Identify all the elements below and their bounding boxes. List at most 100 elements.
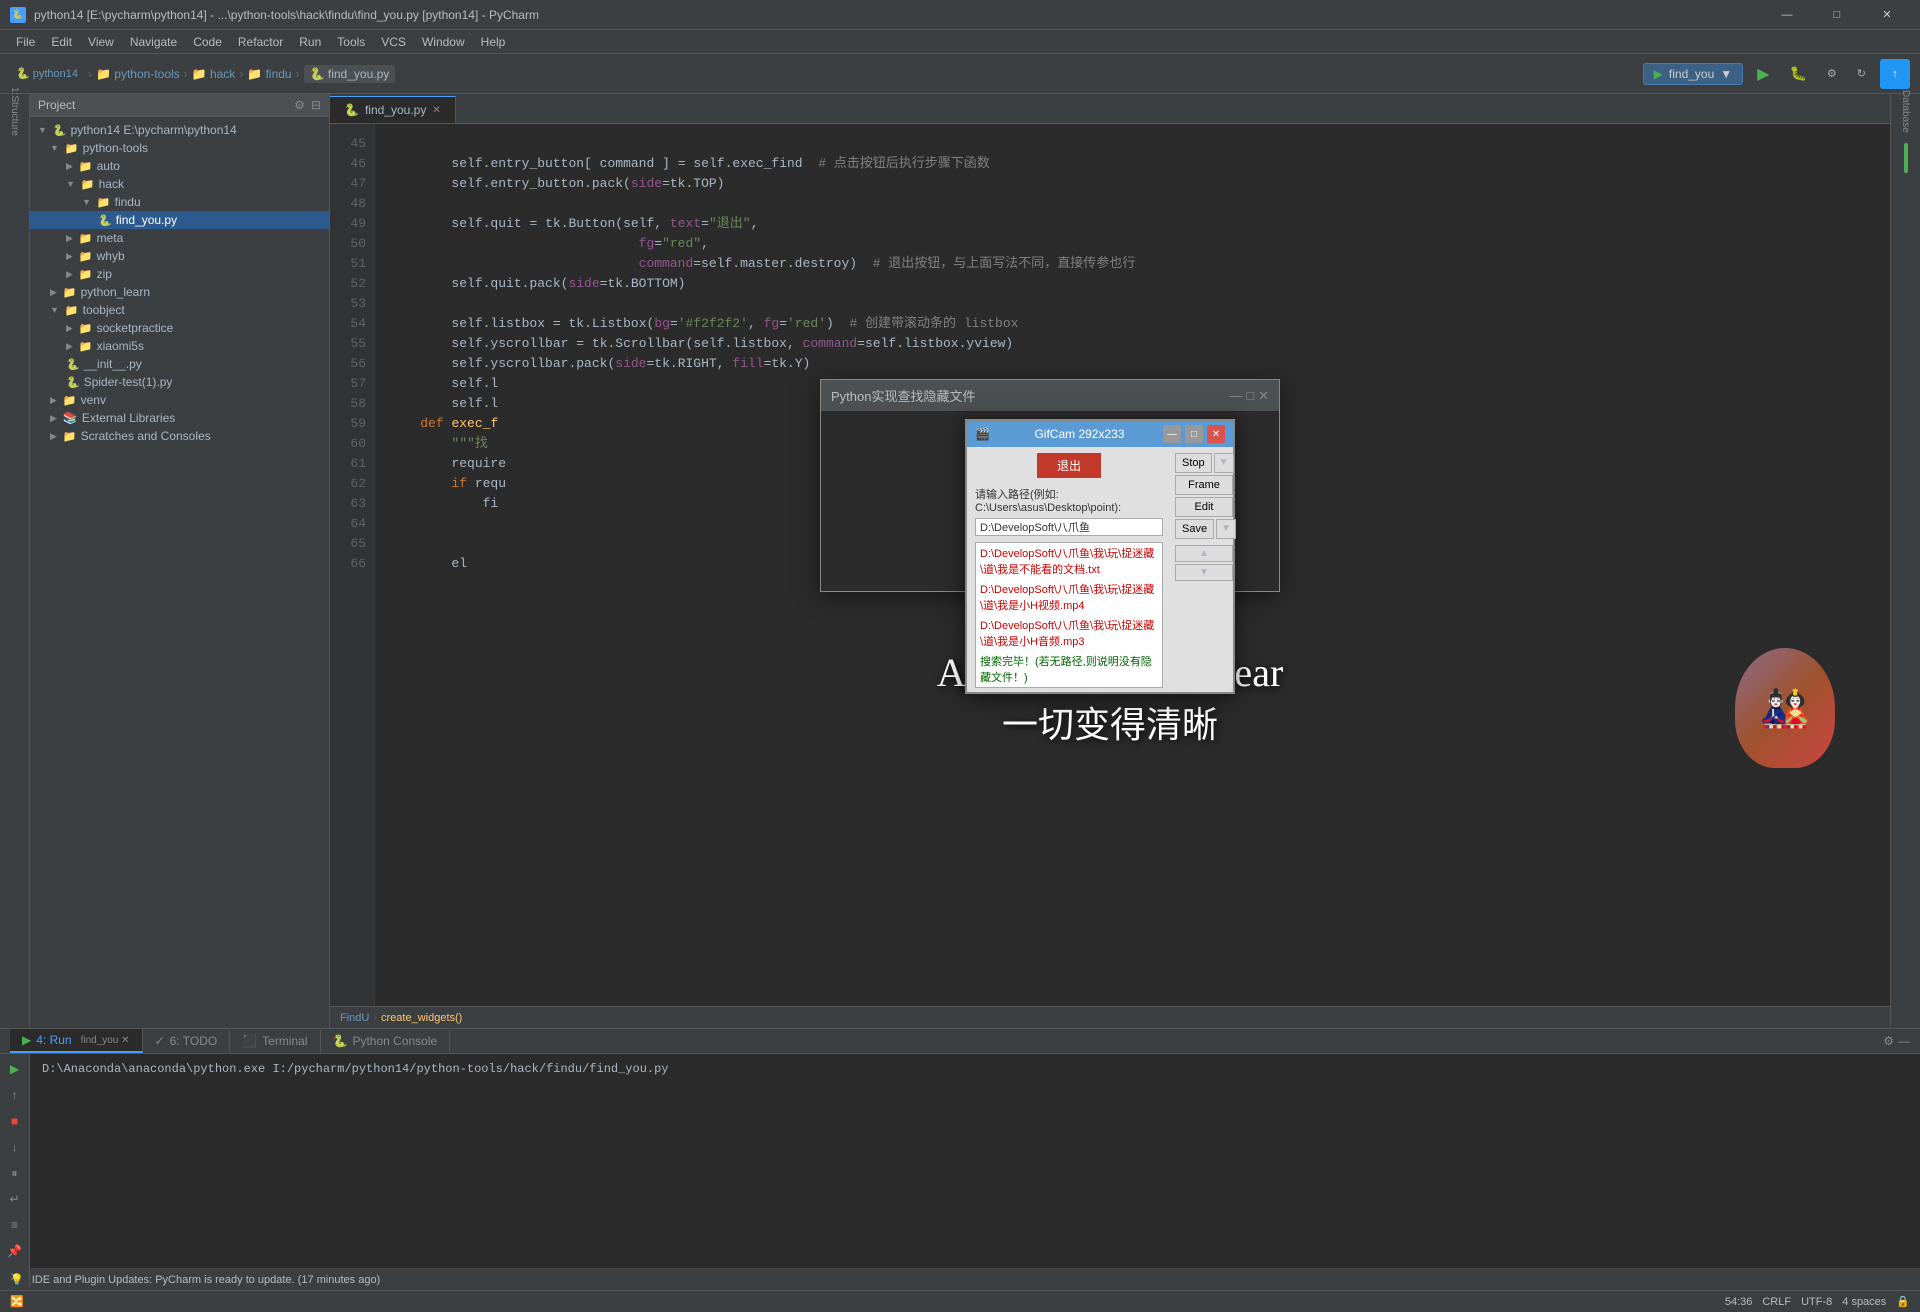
- run-wrap-icon[interactable]: ↵: [5, 1189, 25, 1209]
- toolbar-find-you[interactable]: 🐍 find_you.py: [304, 65, 396, 83]
- run-restart-icon[interactable]: ▶: [5, 1059, 25, 1079]
- gifcam-path-label: 请输入路径(例如: C:\Users\asus\Desktop\point):: [967, 484, 1171, 516]
- tree-zip[interactable]: ▶ 📁 zip: [30, 265, 329, 283]
- project-layout-icon[interactable]: ⊟: [311, 98, 321, 112]
- menu-view[interactable]: View: [80, 33, 122, 51]
- sidebar-structure-icon[interactable]: 1:Structure: [3, 99, 27, 123]
- tree-scratches[interactable]: ▶ 📁 Scratches and Consoles: [30, 427, 329, 445]
- status-indent[interactable]: 4 spaces: [1842, 1296, 1886, 1308]
- status-crlf[interactable]: CRLF: [1762, 1296, 1791, 1308]
- minimize-button[interactable]: —: [1764, 0, 1810, 30]
- right-sidebar: Database: [1890, 94, 1920, 1028]
- tree-toobject[interactable]: ▼ 📁 toobject: [30, 301, 329, 319]
- bottom-settings-icon[interactable]: ⚙: [1883, 1034, 1894, 1048]
- python-console-tab[interactable]: 🐍 Python Console: [321, 1030, 451, 1052]
- toolbar-hack[interactable]: 📁 hack: [192, 67, 236, 81]
- gifcam-scroll-down[interactable]: ▼: [1175, 564, 1233, 581]
- status-lock-icon: 🔒: [1896, 1295, 1910, 1308]
- gifcam-max[interactable]: □: [1185, 425, 1203, 443]
- tree-venv[interactable]: ▶ 📁 venv: [30, 391, 329, 409]
- toolbar-python14[interactable]: 🐍 python14: [10, 64, 84, 83]
- tree-python14[interactable]: ▼ 🐍 python14 E:\pycharm\python14: [30, 121, 329, 139]
- tree-find-you-py[interactable]: 🐍 find_you.py: [30, 211, 329, 229]
- folder-icon: 📁: [63, 394, 77, 407]
- menu-navigate[interactable]: Navigate: [122, 33, 185, 51]
- tree-spider-test[interactable]: 🐍 Spider-test(1).py: [30, 373, 329, 391]
- run-tab[interactable]: ▶ 4: Run find_you ✕: [10, 1029, 143, 1053]
- tree-hack[interactable]: ▼ 📁 hack: [30, 175, 329, 193]
- tree-meta[interactable]: ▶ 📁 meta: [30, 229, 329, 247]
- menu-vcs[interactable]: VCS: [373, 33, 414, 51]
- menu-file[interactable]: File: [8, 33, 43, 51]
- run-stop-icon[interactable]: ■: [5, 1111, 25, 1131]
- run-tree-icon[interactable]: ≡: [5, 1215, 25, 1235]
- tree-expand-icon: ▶: [50, 413, 57, 424]
- gifcam-stop-dropdown[interactable]: ▼: [1214, 453, 1234, 473]
- tree-python-tools[interactable]: ▼ 📁 python-tools: [30, 139, 329, 157]
- todo-tab[interactable]: ✓ 6: TODO: [143, 1030, 231, 1052]
- python-dialog-min[interactable]: —: [1229, 388, 1242, 404]
- gifcam-edit-btn[interactable]: Edit: [1175, 497, 1233, 517]
- tree-python-learn[interactable]: ▶ 📁 python_learn: [30, 283, 329, 301]
- folder-icon: 📁: [65, 142, 79, 155]
- tree-whyb[interactable]: ▶ 📁 whyb: [30, 247, 329, 265]
- toolbar-python-tools[interactable]: 📁 python-tools: [96, 67, 180, 81]
- run-pause-icon[interactable]: ⏸: [5, 1163, 25, 1183]
- settings-button[interactable]: ⚙: [1821, 64, 1843, 83]
- gifcam-frame-btn[interactable]: Frame: [1175, 475, 1233, 495]
- tree-item-label: zip: [97, 267, 112, 281]
- gifcam-exit-btn[interactable]: 退出: [1037, 453, 1101, 478]
- gifcam-body: 退出 请输入路径(例如: C:\Users\asus\Desktop\point…: [967, 453, 1233, 688]
- menu-window[interactable]: Window: [414, 33, 473, 51]
- py-file-icon: 🐍: [66, 358, 80, 371]
- python-dialog-close[interactable]: ✕: [1258, 388, 1269, 404]
- editor-breadcrumb: FindU › create_widgets(): [330, 1006, 1890, 1028]
- tab-close-icon[interactable]: ✕: [432, 105, 440, 116]
- maximize-button[interactable]: □: [1814, 0, 1860, 30]
- gifcam-dialog[interactable]: 🎬 GifCam 292x233 — □ ✕ 退出 请输入路径(例如: C:\U…: [965, 419, 1235, 694]
- editor-tab-find-you[interactable]: 🐍 find_you.py ✕: [330, 96, 456, 123]
- bottom-minimize-icon[interactable]: —: [1898, 1034, 1910, 1048]
- gifcam-close[interactable]: ✕: [1207, 425, 1225, 443]
- tree-findu[interactable]: ▼ 📁 findu: [30, 193, 329, 211]
- menu-edit[interactable]: Edit: [43, 33, 80, 51]
- gifcam-scroll-up[interactable]: ▲: [1175, 545, 1233, 562]
- tree-item-label: meta: [97, 231, 124, 245]
- database-icon[interactable]: Database: [1894, 99, 1918, 123]
- gifcam-save-btn[interactable]: Save: [1175, 519, 1214, 539]
- run-scroll-down-icon[interactable]: ↓: [5, 1137, 25, 1157]
- python-dialog-controls: — □ ✕: [1229, 388, 1269, 404]
- gifcam-stop-btn[interactable]: Stop: [1175, 453, 1212, 473]
- gifcam-path-input[interactable]: [975, 518, 1163, 536]
- run-pin-icon[interactable]: 📌: [5, 1241, 25, 1261]
- toolbar-findu[interactable]: 📁 findu: [247, 67, 291, 81]
- close-button[interactable]: ✕: [1864, 0, 1910, 30]
- tree-expand-icon: ▶: [50, 287, 57, 298]
- project-settings-icon[interactable]: ⚙: [294, 98, 305, 112]
- run-button[interactable]: ▶: [1751, 61, 1775, 87]
- menu-run[interactable]: Run: [291, 33, 329, 51]
- debug-button[interactable]: 🐛: [1783, 62, 1812, 85]
- menu-help[interactable]: Help: [473, 33, 514, 51]
- tree-auto[interactable]: ▶ 📁 auto: [30, 157, 329, 175]
- menu-code[interactable]: Code: [185, 33, 230, 51]
- status-encoding[interactable]: UTF-8: [1801, 1296, 1832, 1308]
- run-tab-name[interactable]: find_you ✕: [81, 1035, 130, 1046]
- terminal-tab[interactable]: ⬛ Terminal: [230, 1030, 320, 1052]
- tree-external-libraries[interactable]: ▶ 📚 External Libraries: [30, 409, 329, 427]
- refresh-button[interactable]: ↻: [1851, 64, 1872, 83]
- tree-socketpractice[interactable]: ▶ 📁 socketpractice: [30, 319, 329, 337]
- gifcam-save-dropdown[interactable]: ▼: [1216, 519, 1236, 539]
- python-dialog-max[interactable]: □: [1246, 388, 1254, 404]
- status-position[interactable]: 54:36: [1725, 1296, 1753, 1308]
- tree-init-py[interactable]: 🐍 __init__.py: [30, 355, 329, 373]
- menu-tools[interactable]: Tools: [329, 33, 373, 51]
- gifcam-min[interactable]: —: [1163, 425, 1181, 443]
- run-config-selector[interactable]: ▶ find_you ▼: [1643, 63, 1744, 85]
- tree-xiaomi5s[interactable]: ▶ 📁 xiaomi5s: [30, 337, 329, 355]
- run-scroll-up-icon[interactable]: ↑: [5, 1085, 25, 1105]
- gifcam-controls: — □ ✕: [1163, 425, 1225, 443]
- upload-button[interactable]: ↑: [1880, 59, 1910, 89]
- gifcam-title: 🎬 GifCam 292x233 — □ ✕: [967, 421, 1233, 447]
- menu-refactor[interactable]: Refactor: [230, 33, 291, 51]
